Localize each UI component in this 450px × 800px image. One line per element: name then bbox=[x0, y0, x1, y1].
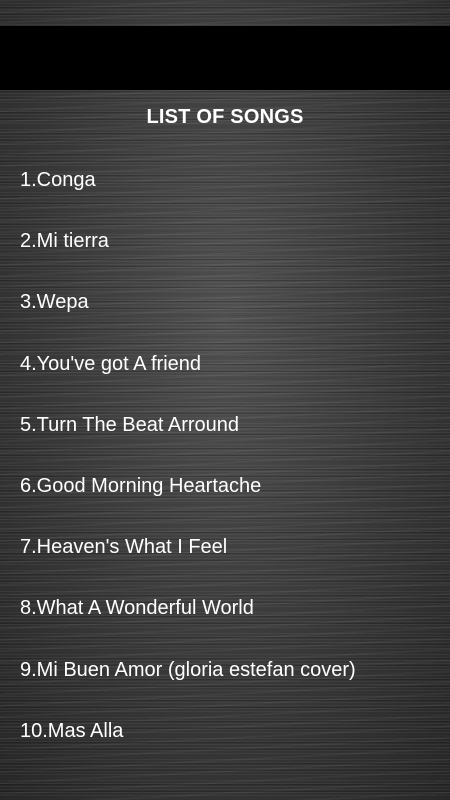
song-item-4[interactable]: 4.You've got A friend bbox=[0, 334, 450, 395]
song-item-6[interactable]: 6.Good Morning Heartache bbox=[0, 456, 450, 517]
page-title: LIST OF SONGS bbox=[146, 106, 304, 128]
song-item-7[interactable]: 7.Heaven's What I Feel bbox=[0, 517, 450, 578]
song-item-5[interactable]: 5.Turn The Beat Arround bbox=[0, 395, 450, 456]
song-item-2[interactable]: 2.Mi tierra bbox=[0, 211, 450, 272]
song-item-10[interactable]: 10.Mas Alla bbox=[0, 701, 450, 762]
song-item-9[interactable]: 9.Mi Buen Amor (gloria estefan cover) bbox=[0, 640, 450, 701]
song-item-3[interactable]: 3.Wepa bbox=[0, 272, 450, 333]
song-item-8[interactable]: 8.What A Wonderful World bbox=[0, 578, 450, 639]
song-item-1[interactable]: 1.Conga bbox=[0, 150, 450, 211]
status-bar bbox=[0, 0, 450, 26]
song-list: 1.Conga 2.Mi tierra 3.Wepa 4.You've got … bbox=[0, 150, 450, 762]
app-bar bbox=[0, 26, 450, 90]
